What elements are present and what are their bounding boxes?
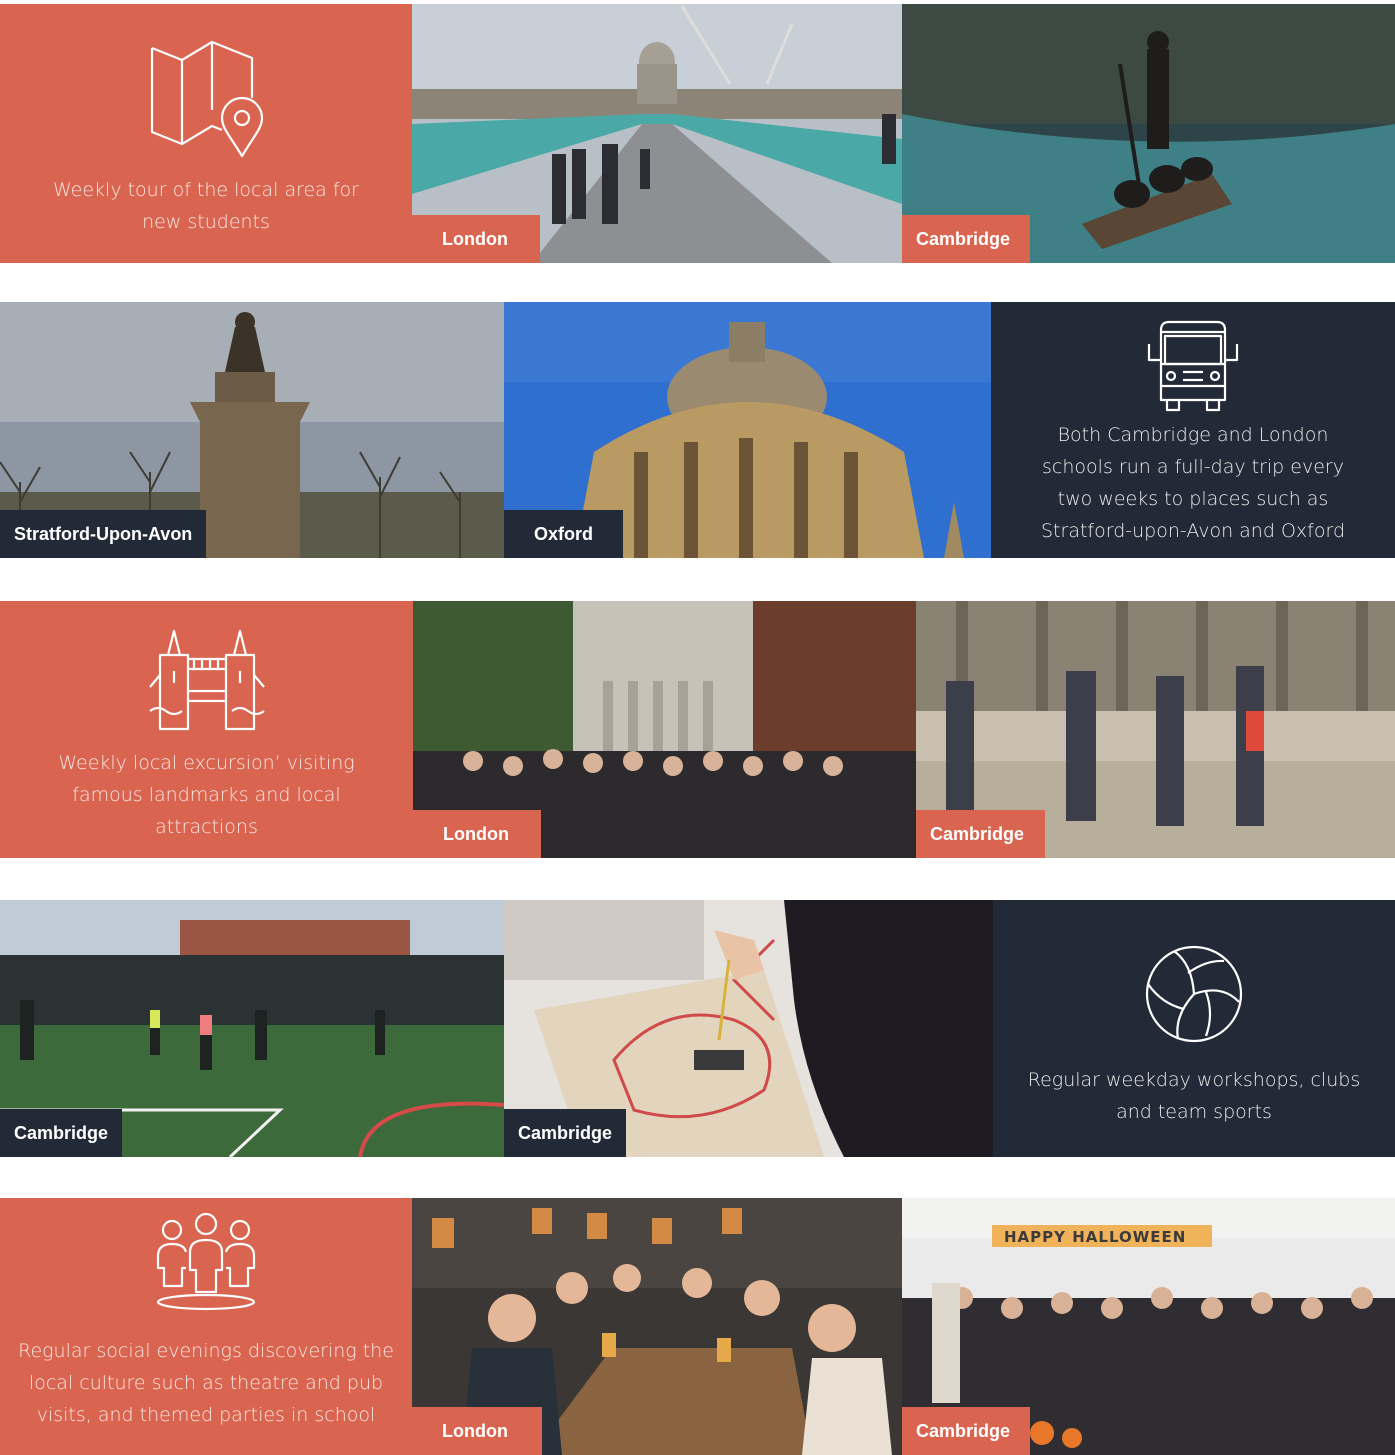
- tower-bridge-icon: [148, 629, 265, 731]
- location-label-cambridge: Cambridge: [916, 810, 1045, 858]
- photo-cambridge-halloween: HAPPY HALLOWEEN Cambridge: [902, 1198, 1395, 1455]
- activity-row-tour: Weekly tour of the local area for new st…: [0, 4, 1395, 263]
- excursion-description: Weekly local excursion’ visiting famous …: [58, 752, 355, 838]
- map-pin-icon: [150, 40, 264, 158]
- activity-row-day-trips: Stratford-Upon-Avon Oxford Both Cambridg…: [0, 302, 1395, 558]
- location-label-cambridge: Cambridge: [0, 1109, 123, 1157]
- photo-cambridge-football: Cambridge: [0, 900, 504, 1157]
- location-label-cambridge: Cambridge: [902, 215, 1030, 263]
- location-label-london: London: [412, 1407, 542, 1455]
- photo-oxford-radcliffe: Oxford: [504, 302, 991, 558]
- location-label-oxford: Oxford: [504, 510, 624, 558]
- halloween-banner: HAPPY HALLOWEEN: [1004, 1228, 1187, 1246]
- location-label-cambridge: Cambridge: [504, 1109, 627, 1157]
- location-label-cambridge: Cambridge: [902, 1407, 1030, 1455]
- photo-cambridge-courtyard: Cambridge: [916, 601, 1395, 858]
- photo-stratford-statue: Stratford-Upon-Avon: [0, 302, 504, 558]
- activity-row-excursions: Weekly local excursion’ visiting famous …: [0, 601, 1395, 858]
- photo-london-pub: London: [412, 1198, 902, 1455]
- location-label-stratford-upon-avon: Stratford-Upon-Avon: [0, 510, 207, 558]
- activity-row-social: Regular social evenings discovering the …: [0, 1198, 1395, 1455]
- day-trip-info-panel: Both Cambridge and London schools run a …: [991, 302, 1395, 558]
- bus-icon: [1147, 320, 1239, 412]
- photo-cambridge-punting: Cambridge: [902, 4, 1395, 263]
- photo-london-bridge: London: [412, 4, 902, 263]
- photo-cambridge-painting: Cambridge: [504, 900, 993, 1157]
- photo-london-group-cathedral: London: [413, 601, 916, 858]
- excursion-info-panel: Weekly local excursion’ visiting famous …: [0, 601, 413, 858]
- volleyball-icon: [1145, 945, 1243, 1043]
- location-label-london: London: [413, 810, 541, 858]
- location-label-london: London: [412, 215, 540, 263]
- tour-description: Weekly tour of the local area for new st…: [52, 179, 359, 233]
- social-info-panel: Regular social evenings discovering the …: [0, 1198, 412, 1455]
- workshops-info-panel: Regular weekday workshops, clubs and tea…: [993, 900, 1395, 1157]
- people-group-icon: [156, 1212, 256, 1311]
- tour-info-panel: Weekly tour of the local area for new st…: [0, 4, 412, 263]
- workshops-description: Regular weekday workshops, clubs and tea…: [1027, 1069, 1361, 1123]
- activity-row-workshops: Cambridge Cambridge Regular weekday work…: [0, 900, 1395, 1157]
- day-trip-description: Both Cambridge and London schools run a …: [1041, 424, 1345, 542]
- social-description: Regular social evenings discovering the …: [18, 1340, 394, 1426]
